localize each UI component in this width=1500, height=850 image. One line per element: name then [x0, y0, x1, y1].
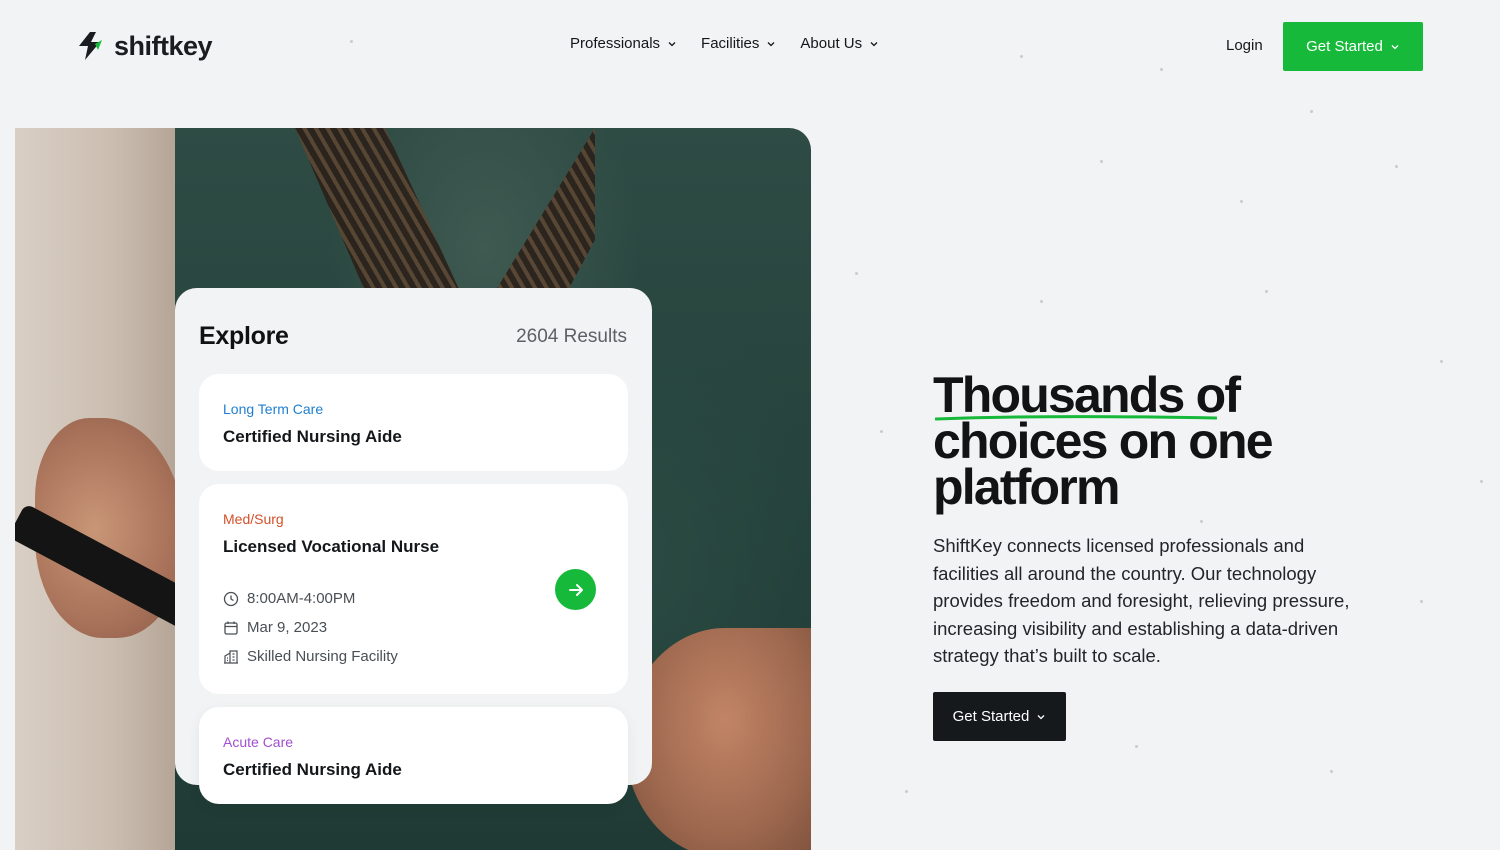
- hero-get-started-button[interactable]: Get Started: [933, 692, 1066, 741]
- job-time: 8:00AM-4:00PM: [223, 590, 355, 607]
- nav-professionals-label: Professionals: [570, 35, 661, 52]
- clock-icon: [223, 591, 239, 606]
- hero-headline: Thousands of choices on one platform: [933, 370, 1353, 512]
- nav-about-us[interactable]: About Us: [800, 35, 879, 52]
- main-nav: Professionals Facilities About Us: [570, 35, 879, 52]
- lightning-bolt-icon: [79, 32, 102, 60]
- login-link[interactable]: Login: [1226, 37, 1263, 54]
- job-title: Licensed Vocational Nurse: [223, 537, 440, 556]
- explore-card: Explore 2604 Results Long Term Care Cert…: [175, 288, 652, 804]
- chevron-down-icon: [668, 41, 676, 46]
- chevron-down-icon: [1391, 44, 1399, 49]
- job-title: Certified Nursing Aide: [223, 427, 402, 446]
- results-count: 2604 Results: [516, 326, 627, 347]
- view-job-button[interactable]: [555, 569, 596, 610]
- job-title: Certified Nursing Aide: [223, 760, 402, 779]
- job-category: Acute Care: [223, 734, 294, 750]
- job-card[interactable]: Acute Care Certified Nursing Aide: [199, 707, 628, 804]
- job-category: Med/Surg: [223, 511, 284, 527]
- hero-get-started-label: Get Started: [952, 708, 1030, 725]
- chevron-down-icon: [767, 41, 775, 46]
- job-card[interactable]: Med/Surg Licensed Vocational Nurse 8:00A…: [199, 484, 628, 694]
- calendar-icon: [224, 621, 238, 635]
- logo-text: shiftkey: [114, 30, 213, 61]
- job-date-text: Mar 9, 2023: [247, 619, 328, 636]
- header-get-started-button[interactable]: Get Started: [1283, 22, 1423, 71]
- job-facility: Skilled Nursing Facility: [223, 648, 398, 665]
- chevron-down-icon: [1037, 714, 1045, 719]
- shiftkey-logo[interactable]: shiftkey: [76, 30, 213, 62]
- explore-title: Explore: [199, 322, 289, 350]
- job-facility-text: Skilled Nursing Facility: [247, 648, 398, 665]
- chevron-down-icon: [870, 41, 878, 46]
- nav-facilities[interactable]: Facilities: [701, 35, 776, 52]
- nav-professionals[interactable]: Professionals: [570, 35, 677, 52]
- job-date: Mar 9, 2023: [223, 619, 327, 636]
- job-category: Long Term Care: [223, 401, 324, 417]
- building-icon: [224, 649, 238, 664]
- job-card[interactable]: Long Term Care Certified Nursing Aide: [199, 374, 628, 471]
- job-time-text: 8:00AM-4:00PM: [247, 590, 356, 607]
- headline-text: platform: [933, 459, 1120, 515]
- header-get-started-label: Get Started: [1306, 38, 1383, 55]
- arrow-right-icon: [568, 583, 583, 596]
- hero-description: ShiftKey connects licensed professionals…: [933, 535, 1350, 666]
- nav-about-us-label: About Us: [800, 35, 863, 52]
- nav-facilities-label: Facilities: [701, 35, 760, 52]
